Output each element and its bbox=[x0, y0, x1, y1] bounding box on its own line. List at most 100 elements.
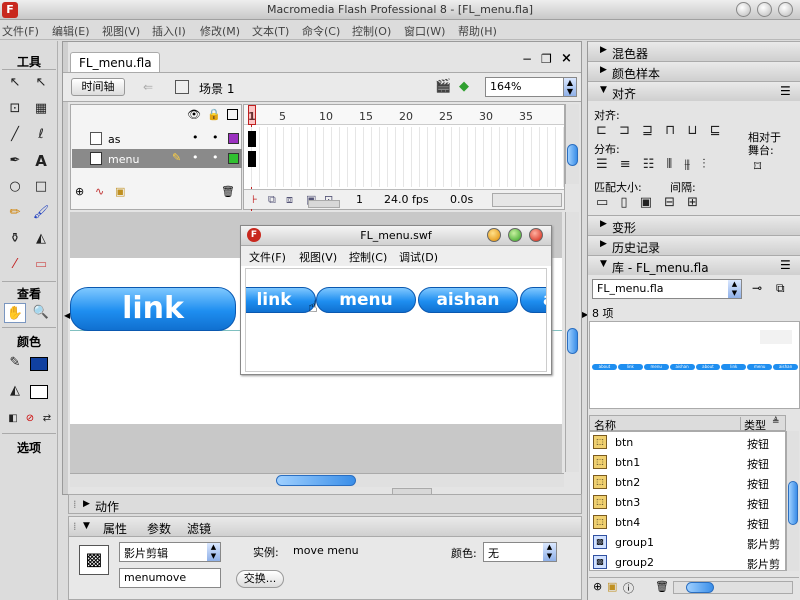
doc-restore-icon[interactable]: ❐ bbox=[541, 52, 552, 66]
library-document-select[interactable]: FL_menu.fla bbox=[592, 279, 742, 299]
document-tab[interactable]: FL_menu.fla bbox=[70, 52, 160, 72]
color-effect-dropdown-icon[interactable]: ▲ ▼ bbox=[543, 543, 556, 561]
oval-tool-icon[interactable]: ○ bbox=[4, 177, 26, 197]
collapse-arrow-icon[interactable]: ▼ bbox=[83, 521, 90, 531]
frame-grid[interactable] bbox=[244, 127, 564, 187]
swf-link-button[interactable]: link bbox=[246, 287, 316, 313]
pen-tool-icon[interactable]: ✒ bbox=[4, 151, 26, 171]
tab-parameters[interactable]: 参数 bbox=[147, 520, 171, 537]
swf-close-button[interactable] bbox=[529, 228, 543, 242]
properties-icon[interactable]: ⓘ bbox=[623, 580, 634, 596]
menu-insert[interactable]: 插入(I) bbox=[152, 23, 186, 39]
library-menu-icon[interactable]: ☰ bbox=[780, 258, 791, 272]
hand-tool-icon[interactable]: ✋ bbox=[4, 303, 26, 323]
swap-colors-icon[interactable]: ⇄ bbox=[36, 409, 58, 429]
library-item[interactable]: ⬚ btn 按钮 bbox=[591, 432, 785, 452]
swf-player-window[interactable]: F FL_menu.swf 文件(F) 视图(V) 控制(C) 调试(D) li… bbox=[240, 225, 552, 375]
swf-menu-view[interactable]: 视图(V) bbox=[299, 249, 337, 265]
lock-icon[interactable]: 🔒 bbox=[207, 108, 221, 121]
menu-commands[interactable]: 命令(C) bbox=[302, 23, 340, 39]
fill-bucket-icon[interactable]: ◭ bbox=[4, 381, 26, 401]
library-item[interactable]: ⬚ btn2 按钮 bbox=[591, 472, 785, 492]
timeline-vscroll[interactable] bbox=[565, 104, 579, 184]
rectangle-tool-icon[interactable]: □ bbox=[30, 177, 52, 197]
swf-content[interactable]: link menu aishan a ☝ bbox=[245, 268, 547, 372]
menu-text[interactable]: 文本(T) bbox=[252, 23, 289, 39]
fill-transform-tool-icon[interactable]: ▦ bbox=[30, 99, 52, 119]
panel-library[interactable]: ▼ 库 - FL_menu.fla ☰ bbox=[588, 255, 800, 275]
delete-layer-icon[interactable]: 🗑 bbox=[221, 185, 235, 198]
library-item[interactable]: ▩ group1 影片剪 bbox=[591, 532, 785, 552]
library-vscroll-thumb[interactable] bbox=[788, 481, 798, 525]
stroke-color-icon[interactable]: ✎ bbox=[4, 353, 26, 373]
layer-row-as[interactable]: as • • bbox=[72, 129, 242, 148]
menu-file[interactable]: 文件(F) bbox=[2, 23, 39, 39]
line-tool-icon[interactable]: ╱ bbox=[4, 125, 26, 145]
maximize-button[interactable] bbox=[757, 2, 772, 17]
stage-vscroll[interactable] bbox=[565, 212, 579, 472]
edit-scene-icon[interactable]: 🎬 bbox=[435, 79, 451, 94]
swf-menu-file[interactable]: 文件(F) bbox=[249, 249, 286, 265]
stage-hscroll[interactable] bbox=[70, 473, 564, 487]
library-hscroll[interactable] bbox=[673, 581, 793, 594]
layer-row-menu[interactable]: menu ✎ • • bbox=[72, 149, 242, 168]
doc-close-icon[interactable]: × bbox=[561, 51, 572, 66]
eraser-tool-icon[interactable]: ▭ bbox=[30, 255, 52, 275]
swf-menu-button[interactable]: menu bbox=[316, 287, 416, 313]
swf-maximize-button[interactable] bbox=[508, 228, 522, 242]
swf-menu-control[interactable]: 控制(C) bbox=[349, 249, 387, 265]
new-library-panel-icon[interactable]: ⧉ bbox=[776, 281, 785, 296]
tab-properties[interactable]: 属性 bbox=[103, 520, 127, 537]
library-item[interactable]: ⬚ btn3 按钮 bbox=[591, 492, 785, 512]
brush-tool-icon[interactable]: 🖌 bbox=[30, 203, 52, 223]
new-symbol-icon[interactable]: ⊕ bbox=[593, 580, 602, 593]
panel-color-mixer[interactable]: ▶ 混色器 bbox=[588, 41, 800, 61]
library-hscroll-thumb[interactable] bbox=[686, 582, 714, 593]
minimize-button[interactable] bbox=[736, 2, 751, 17]
timeline-vscroll-thumb[interactable] bbox=[567, 144, 578, 166]
stage-vscroll-thumb[interactable] bbox=[567, 328, 578, 354]
col-type-header[interactable]: 类型 bbox=[740, 417, 766, 432]
free-transform-tool-icon[interactable]: ⊡ bbox=[4, 99, 26, 119]
frame-rate[interactable]: 24.0 fps bbox=[384, 193, 429, 206]
panel-history[interactable]: ▶ 历史记录 bbox=[588, 235, 800, 255]
panel-align[interactable]: ▼ 对齐 ☰ bbox=[588, 81, 800, 101]
edit-symbol-icon[interactable]: ◆ bbox=[459, 79, 469, 94]
distribute-buttons[interactable]: ☰ ≡ ☷ ⫴ ⫵ ⫶ bbox=[596, 157, 710, 172]
timeline-resize-handle[interactable] bbox=[308, 200, 340, 208]
menu-control[interactable]: 控制(O) bbox=[352, 23, 391, 39]
swf-minimize-button[interactable] bbox=[487, 228, 501, 242]
panel-menu-icon[interactable]: ☰ bbox=[780, 84, 791, 98]
fill-color-swatch[interactable] bbox=[30, 357, 48, 371]
menu-edit[interactable]: 编辑(E) bbox=[52, 23, 90, 39]
symbol-type-dropdown-icon[interactable]: ▲ ▼ bbox=[207, 543, 220, 561]
expand-arrow-icon[interactable]: ▶ bbox=[83, 499, 90, 509]
collapse-left-arrow-icon[interactable]: ◀ bbox=[64, 311, 70, 320]
add-motion-guide-icon[interactable]: ∿ bbox=[95, 185, 104, 198]
subselect-tool-icon[interactable]: ↖ bbox=[30, 73, 52, 93]
zoom-dropdown-icon[interactable]: ▲ ▼ bbox=[563, 77, 577, 97]
match-size-buttons[interactable]: ▭ ▯ ▣ ⊟ ⊞ bbox=[596, 195, 702, 210]
timeline-hscroll[interactable] bbox=[492, 193, 562, 207]
pin-library-icon[interactable]: ⊸ bbox=[752, 281, 762, 295]
sort-arrow-icon[interactable]: ≜ bbox=[772, 417, 780, 427]
tab-filters[interactable]: 滤镜 bbox=[187, 520, 211, 537]
swap-symbol-button[interactable]: 交换... bbox=[236, 570, 284, 588]
actions-panel-header[interactable]: ⁞ ▶ 动作 bbox=[68, 494, 582, 514]
swf-aishan-button[interactable]: aishan bbox=[418, 287, 518, 313]
align-buttons[interactable]: ⊏ ⊐ ⊒ ⊓ ⊔ ⊑ bbox=[596, 123, 725, 138]
zoom-input[interactable]: 164% bbox=[485, 77, 569, 97]
menu-view[interactable]: 视图(V) bbox=[102, 23, 140, 39]
onion-skin-icon[interactable]: ⧉ bbox=[268, 193, 276, 207]
stage-link-button[interactable]: link bbox=[70, 287, 236, 331]
library-dropdown-icon[interactable]: ▲ ▼ bbox=[728, 280, 741, 298]
doc-minimize-icon[interactable]: − bbox=[522, 52, 532, 66]
instance-name-input[interactable]: menumove bbox=[119, 568, 221, 588]
library-item[interactable]: ⬚ btn1 按钮 bbox=[591, 452, 785, 472]
paint-bucket-tool-icon[interactable]: ◭ bbox=[30, 229, 52, 249]
symbol-type-select[interactable]: 影片剪辑 bbox=[119, 542, 221, 562]
center-frame-icon[interactable]: ⊦ bbox=[252, 193, 258, 206]
keyframe-menu[interactable] bbox=[248, 151, 256, 167]
playhead[interactable] bbox=[248, 105, 256, 125]
outline-icon[interactable] bbox=[227, 109, 238, 120]
